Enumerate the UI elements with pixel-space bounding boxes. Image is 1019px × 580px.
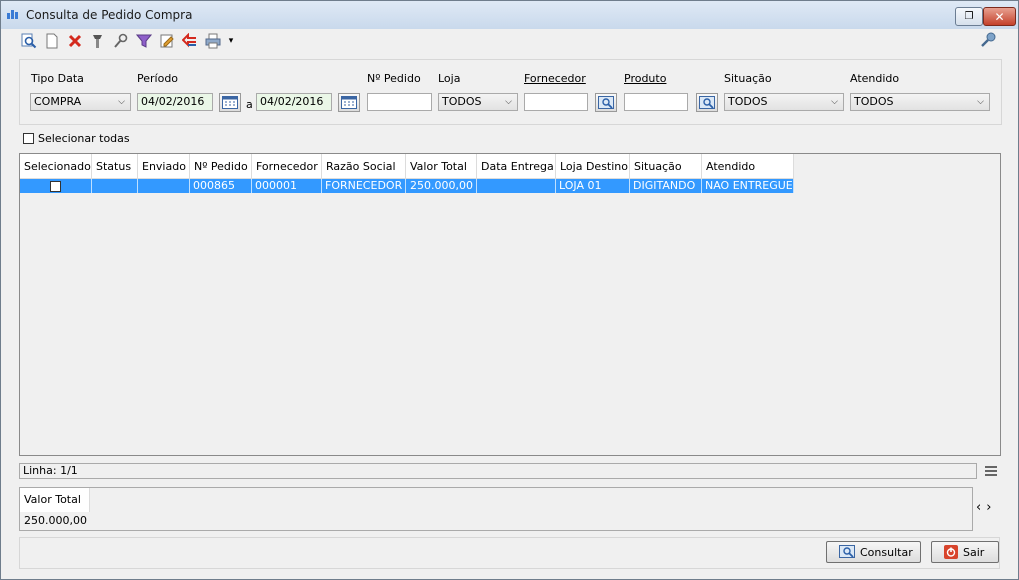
produto-input[interactable] — [624, 93, 688, 111]
edit-icon[interactable] — [159, 33, 175, 49]
search-icon — [699, 95, 715, 109]
column-header[interactable]: Nº Pedido — [190, 154, 252, 179]
column-header[interactable]: Situação — [630, 154, 702, 179]
chevron-down-icon[interactable]: ▾ — [228, 33, 234, 49]
pedido-label: Nº Pedido — [367, 72, 421, 85]
fornecedor-input[interactable] — [524, 93, 588, 111]
consultar-label: Consultar — [860, 545, 913, 559]
produto-label[interactable]: Produto — [624, 72, 666, 85]
restore-button[interactable]: ❐ — [955, 7, 983, 26]
chevron-down-icon: ⌵ — [977, 97, 984, 107]
status-cell — [92, 179, 138, 193]
atendido-value: TODOS — [854, 95, 894, 108]
fornecedor-label[interactable]: Fornecedor — [524, 72, 586, 85]
enviado-cell — [138, 179, 190, 193]
periodo-label: Período — [137, 72, 179, 85]
orders-table: Selecionado Status Enviado Nº Pedido For… — [19, 153, 1001, 456]
situacao-value: TODOS — [728, 95, 768, 108]
totals-nav: ‹› — [976, 500, 996, 515]
window-title: Consulta de Pedido Compra — [26, 8, 193, 22]
sair-label: Sair — [963, 545, 985, 559]
chevron-right-icon[interactable]: › — [986, 500, 996, 515]
back-icon[interactable] — [182, 33, 198, 49]
totals-label: Valor Total — [20, 488, 90, 512]
key-icon[interactable] — [981, 32, 997, 48]
atendido-select[interactable]: TODOS ⌵ — [850, 93, 990, 111]
key-tools-icon[interactable] — [113, 33, 129, 49]
periodo-start-field[interactable]: 04/02/2016 — [137, 93, 213, 111]
row-count-status: Linha: 1/1 — [19, 463, 977, 479]
search-icon — [598, 95, 614, 109]
pedido-cell: 000865 — [190, 179, 252, 193]
title-bar: Consulta de Pedido Compra ❐ ✕ — [1, 1, 1018, 29]
delete-icon[interactable] — [67, 33, 83, 49]
data-entrega-cell — [477, 179, 556, 193]
column-header[interactable]: Status — [92, 154, 138, 179]
loja-label: Loja — [438, 72, 461, 85]
totals-value: 250.000,00 — [24, 514, 87, 527]
chevron-down-icon: ⌵ — [831, 97, 838, 107]
calendar-icon — [341, 96, 357, 109]
situacao-label: Situação — [724, 72, 772, 85]
column-header[interactable]: Data Entrega — [477, 154, 556, 179]
periodo-separator: a — [246, 98, 253, 111]
column-header[interactable]: Selecionado — [20, 154, 92, 179]
column-header[interactable]: Enviado — [138, 154, 190, 179]
fornecedor-cell: 000001 — [252, 179, 322, 193]
tipo-data-select[interactable]: COMPRA ⌵ — [30, 93, 131, 111]
periodo-end-field[interactable]: 04/02/2016 — [256, 93, 332, 111]
fornecedor-search-button[interactable] — [595, 93, 617, 112]
column-header[interactable]: Atendido — [702, 154, 794, 179]
consultar-button[interactable]: Consultar — [826, 541, 921, 563]
sair-button[interactable]: Sair — [931, 541, 999, 563]
footer-bar: Consultar Sair — [19, 537, 1000, 569]
totals-panel: Valor Total 250.000,00 — [19, 487, 973, 531]
produto-search-button[interactable] — [696, 93, 718, 112]
select-all-checkbox[interactable] — [23, 133, 34, 144]
calendar-start-button[interactable] — [219, 93, 241, 112]
close-icon: ✕ — [994, 9, 1005, 24]
power-icon — [944, 545, 958, 559]
window: Consulta de Pedido Compra ❐ ✕ ▾ Tipo Dat… — [0, 0, 1019, 580]
column-header[interactable]: Fornecedor — [252, 154, 322, 179]
new-doc-icon[interactable] — [44, 33, 60, 49]
calendar-end-button[interactable] — [338, 93, 360, 112]
chevron-down-icon: ⌵ — [505, 97, 512, 107]
tipo-data-label: Tipo Data — [31, 72, 84, 85]
select-all-label: Selecionar todas — [38, 132, 130, 145]
column-header[interactable]: Valor Total — [406, 154, 477, 179]
select-all-control[interactable]: Selecionar todas — [23, 132, 130, 145]
row-checkbox[interactable] — [50, 180, 61, 192]
chevron-left-icon[interactable]: ‹ — [976, 500, 986, 515]
column-header[interactable]: Razão Social — [322, 154, 406, 179]
table-header: Selecionado Status Enviado Nº Pedido For… — [20, 154, 794, 179]
loja-value: TODOS — [442, 95, 482, 108]
filter-panel: Tipo Data COMPRA ⌵ Período 04/02/2016 a … — [19, 59, 1002, 125]
print-icon[interactable] — [205, 33, 221, 49]
pedido-input[interactable] — [367, 93, 432, 111]
situacao-cell: DIGITANDO — [630, 179, 702, 193]
row-select-cell[interactable] — [20, 179, 92, 193]
search-doc-icon[interactable] — [21, 33, 37, 49]
razao-social-cell: FORNECEDOR — [322, 179, 406, 193]
table-row[interactable]: 000865 000001 FORNECEDOR 250.000,00 LOJA… — [20, 179, 794, 193]
close-button[interactable]: ✕ — [983, 7, 1016, 26]
app-icon — [7, 10, 18, 19]
restore-icon: ❐ — [964, 11, 974, 22]
loja-select[interactable]: TODOS ⌵ — [438, 93, 518, 111]
atendido-cell: NAO ENTREGUE — [702, 179, 794, 193]
search-icon — [839, 545, 855, 558]
menu-icon[interactable] — [985, 465, 997, 477]
toolbar: ▾ — [21, 31, 234, 51]
atendido-label: Atendido — [850, 72, 900, 85]
valor-total-cell: 250.000,00 — [406, 179, 477, 193]
tools-icon[interactable] — [90, 33, 106, 49]
tipo-data-value: COMPRA — [34, 95, 82, 108]
filter-icon[interactable] — [136, 33, 152, 49]
loja-destino-cell: LOJA 01 — [556, 179, 630, 193]
calendar-icon — [222, 96, 238, 109]
column-header[interactable]: Loja Destino — [556, 154, 630, 179]
situacao-select[interactable]: TODOS ⌵ — [724, 93, 844, 111]
chevron-down-icon: ⌵ — [118, 97, 125, 107]
